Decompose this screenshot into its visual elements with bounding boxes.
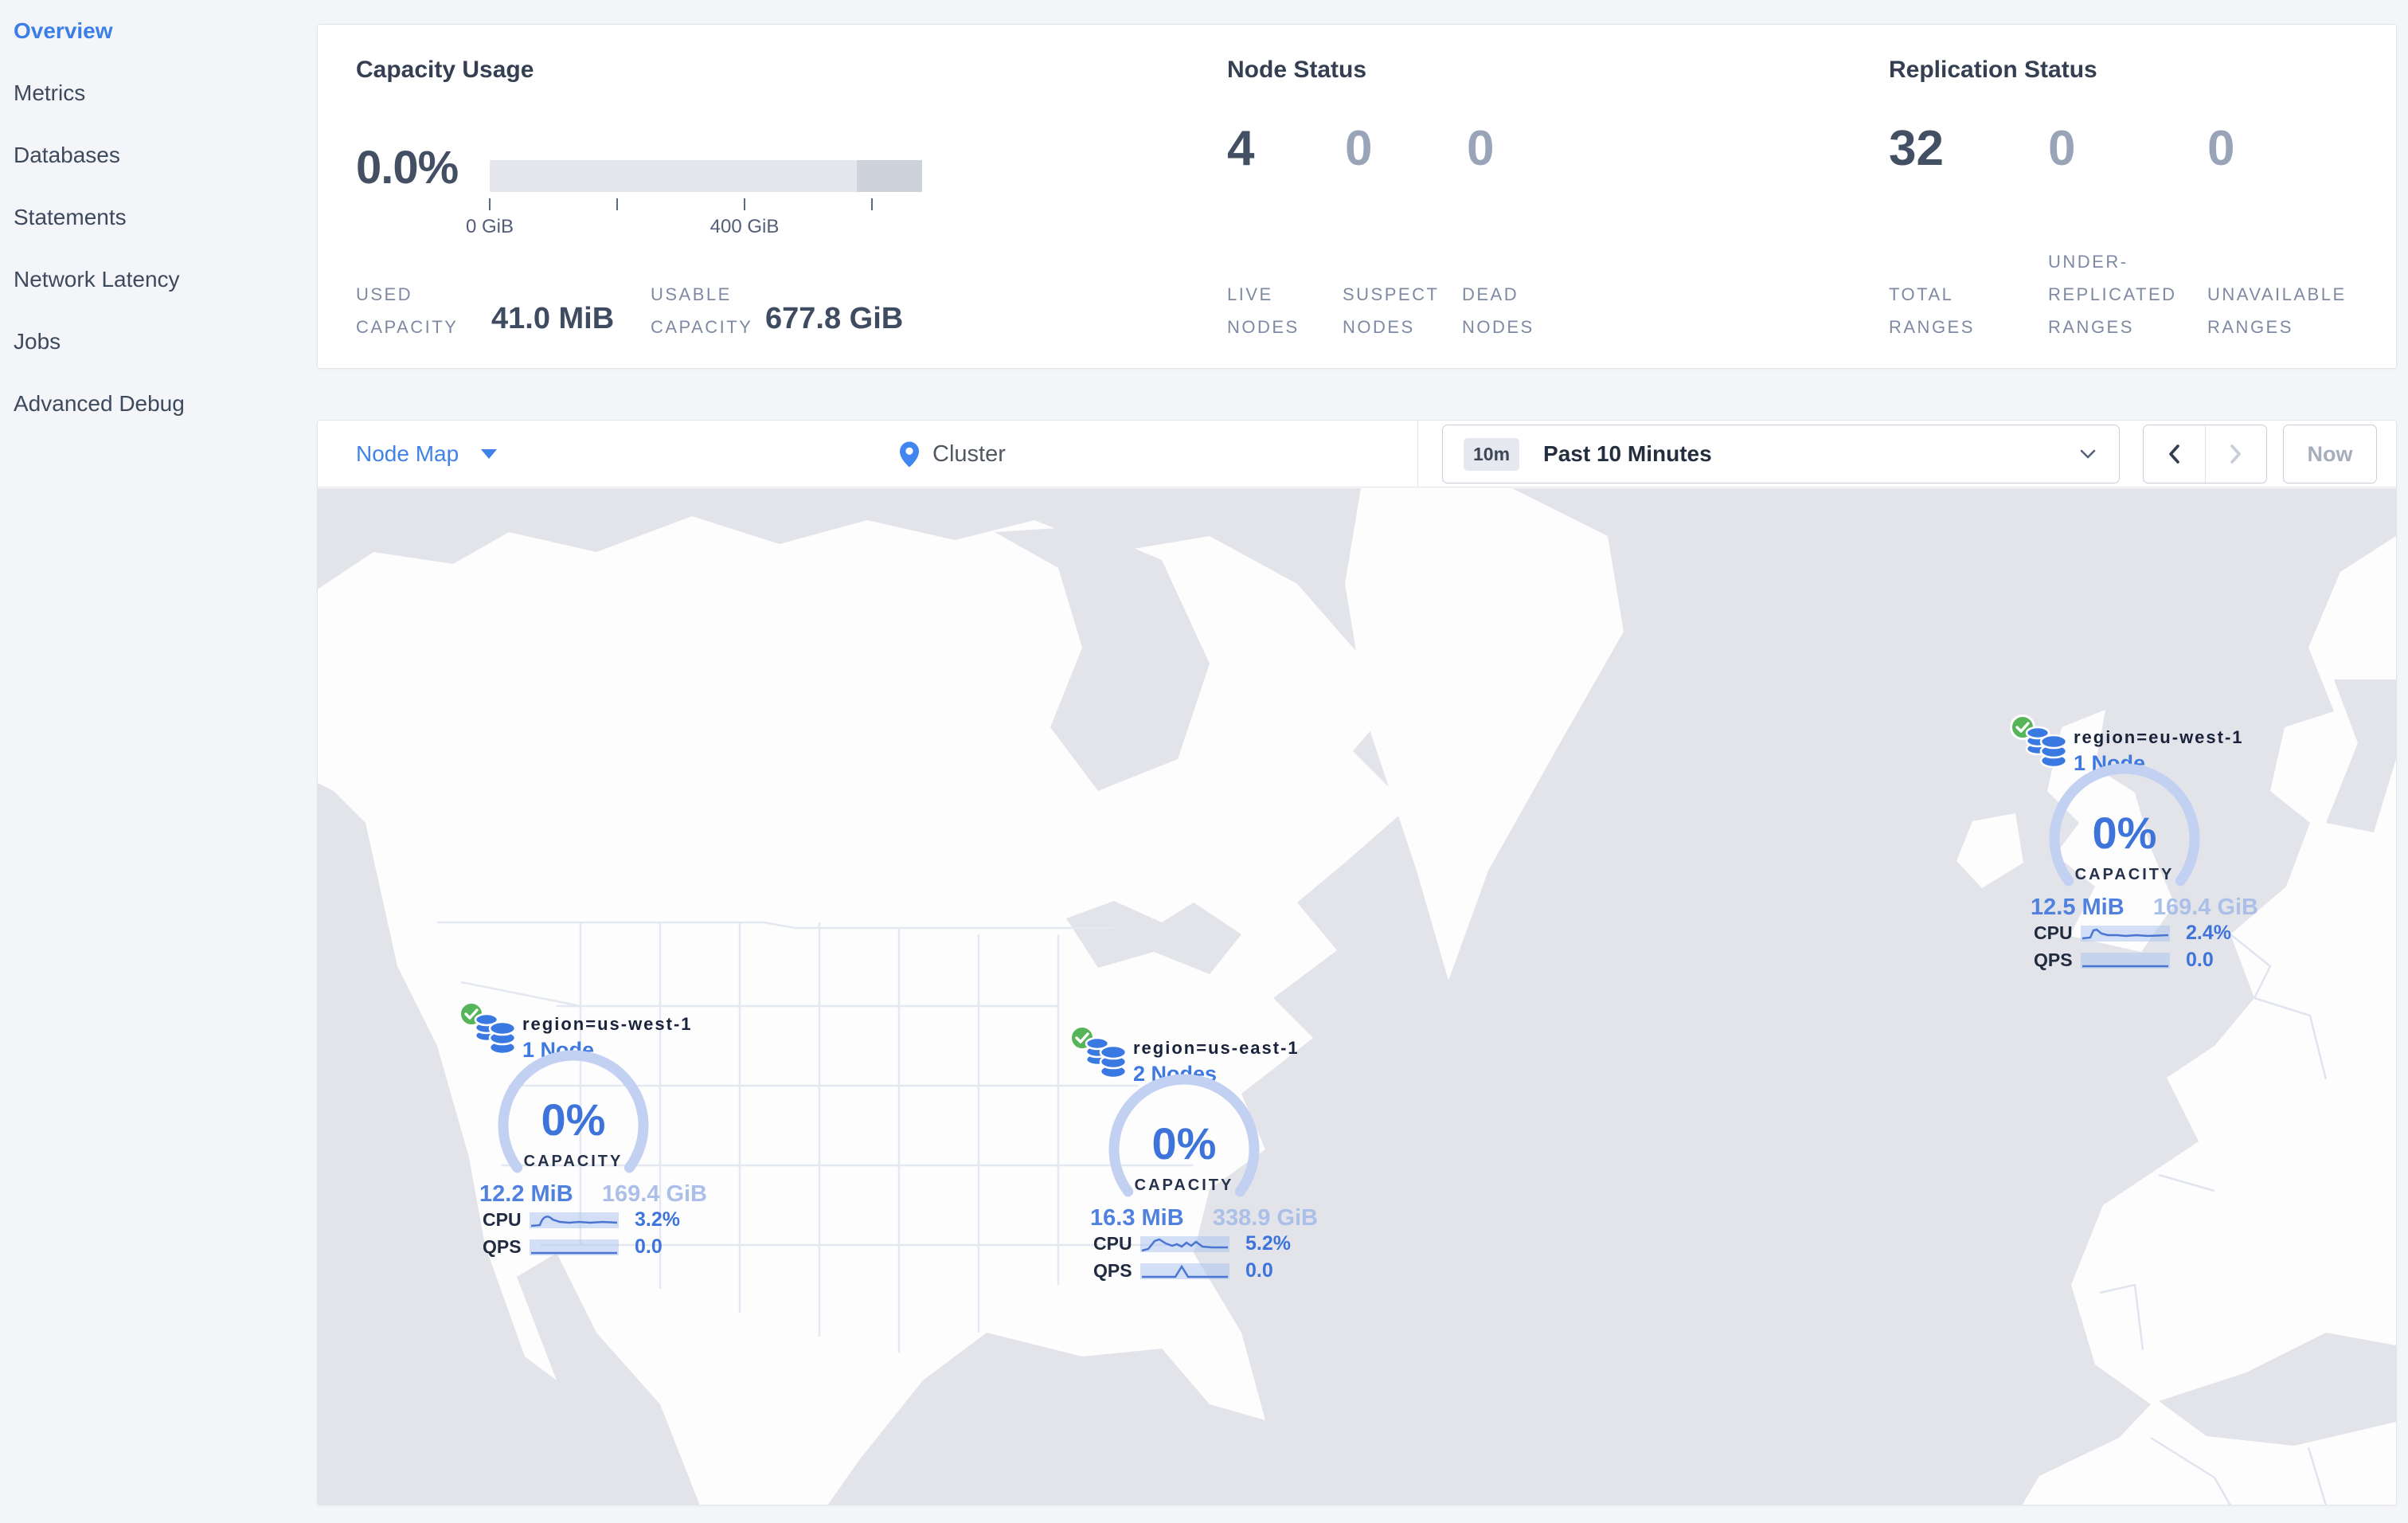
time-range-label: Past 10 Minutes <box>1543 441 1712 466</box>
sidebar-item-databases[interactable]: Databases <box>0 124 314 186</box>
total-ranges-count: 32 <box>1889 121 1944 176</box>
qps-sparkline <box>1140 1263 1229 1279</box>
time-back-button[interactable] <box>2144 425 2206 483</box>
under-replicated-count: 0 <box>2048 121 2076 176</box>
sidebar-item-overview[interactable]: Overview <box>0 0 314 62</box>
view-selector-dropdown[interactable]: Node Map <box>356 421 498 487</box>
gauge-capacity-label: CAPACITY <box>2074 866 2175 883</box>
time-forward-button[interactable] <box>2206 425 2267 483</box>
cpu-label: CPU <box>483 1209 522 1230</box>
map-pin-icon <box>900 441 919 467</box>
dead-nodes-count: 0 <box>1467 121 1495 176</box>
cpu-value: 3.2% <box>635 1208 680 1231</box>
node-status-title: Node Status <box>1227 57 1367 83</box>
capacity-bar-reserved-segment <box>857 160 922 192</box>
capacity-tick <box>744 198 745 210</box>
qps-value: 0.0 <box>2186 949 2214 971</box>
sidebar-item-jobs[interactable]: Jobs <box>0 311 314 373</box>
cpu-sparkline <box>530 1212 619 1228</box>
suspect-nodes-count: 0 <box>1345 121 1373 176</box>
capacity-usage-title: Capacity Usage <box>356 57 534 83</box>
unavailable-ranges-label: UNAVAILABLE RANGES <box>2207 284 2347 337</box>
cpu-sparkline <box>2081 925 2170 942</box>
node-map-card: Node Map Cluster 10m Past 10 Minutes Now… <box>317 420 2397 1505</box>
under-replicated-label: UNDER-REPLICATED RANGES <box>2048 252 2177 337</box>
unavailable-ranges-count: 0 <box>2207 121 2235 176</box>
capacity-tick-label-0: 0 GiB <box>465 216 514 237</box>
landmass-greenland <box>1345 488 1624 981</box>
live-nodes-label: LIVE NODES <box>1227 284 1300 337</box>
capacity-tick-label-400: 400 GiB <box>710 216 780 237</box>
suspect-nodes-label: SUSPECT NODES <box>1343 284 1440 337</box>
gauge-capacity-label: CAPACITY <box>523 1153 624 1170</box>
time-range-dropdown[interactable]: 10m Past 10 Minutes <box>1442 425 2120 484</box>
region-name[interactable]: region=eu-west-1 <box>2074 727 2244 748</box>
cpu-sparkline <box>1140 1235 1229 1252</box>
region-total-capacity: 169.4 GiB <box>2152 895 2258 920</box>
gauge-capacity-label: CAPACITY <box>1134 1177 1234 1194</box>
capacity-tick <box>489 198 491 210</box>
replication-status-title: Replication Status <box>1889 57 2097 83</box>
region-name[interactable]: region=us-east-1 <box>1133 1038 1300 1059</box>
capacity-tick <box>871 198 873 210</box>
region-total-capacity: 338.9 GiB <box>1212 1205 1318 1231</box>
chevron-down-icon <box>2080 449 2096 459</box>
sidebar-item-advanced-debug[interactable]: Advanced Debug <box>0 373 314 435</box>
caret-down-icon <box>481 449 498 459</box>
total-ranges-label: TOTAL RANGES <box>1889 284 1975 337</box>
cpu-value: 2.4% <box>2186 922 2231 944</box>
time-pager <box>2143 425 2267 484</box>
gauge-percent: 0% <box>541 1094 606 1145</box>
usable-capacity-label: USABLE CAPACITY <box>651 284 753 337</box>
gauge-percent: 0% <box>2092 808 2157 858</box>
view-selector-label: Node Map <box>356 441 459 466</box>
sidebar-item-statements[interactable]: Statements <box>0 186 314 249</box>
region-marker-us-west-1: region=us-west-1 1 Node 0% CAPACITY 12.2… <box>457 1000 720 1264</box>
usable-capacity-value: 677.8 GiB <box>765 302 904 335</box>
chevron-left-icon <box>2169 444 2180 464</box>
sidebar-item-metrics[interactable]: Metrics <box>0 62 314 124</box>
region-marker-eu-west-1: region=eu-west-1 1 Node 0% CAPACITY 12.5… <box>2008 713 2271 977</box>
world-map <box>318 488 2396 1505</box>
cluster-overview-page: Overview Metrics Databases Statements Ne… <box>0 0 2408 1523</box>
cluster-summary-card: Capacity Usage 0.0% 0 GiB 400 GiB USED C… <box>317 24 2397 369</box>
region-used-capacity: 12.2 MiB <box>479 1181 573 1207</box>
chevron-right-icon <box>2230 444 2241 464</box>
region-used-capacity: 16.3 MiB <box>1090 1205 1184 1231</box>
region-marker-us-east-1: region=us-east-1 2 Nodes 0% CAPACITY 16.… <box>1068 1024 1331 1288</box>
qps-value: 0.0 <box>1245 1259 1273 1282</box>
qps-label: QPS <box>1093 1260 1132 1281</box>
dead-nodes-label: DEAD NODES <box>1462 284 1534 337</box>
qps-label: QPS <box>483 1236 522 1257</box>
qps-label: QPS <box>2034 949 2073 970</box>
map-toolbar: Node Map Cluster 10m Past 10 Minutes Now <box>318 421 2396 487</box>
used-capacity-value: 41.0 MiB <box>491 302 615 335</box>
capacity-bar <box>490 160 922 192</box>
used-capacity-label: USED CAPACITY <box>356 284 459 337</box>
region-name[interactable]: region=us-west-1 <box>522 1014 693 1035</box>
region-used-capacity: 12.5 MiB <box>2031 895 2125 920</box>
live-nodes-count: 4 <box>1227 121 1255 176</box>
cpu-label: CPU <box>2034 922 2073 943</box>
sidebar: Overview Metrics Databases Statements Ne… <box>0 0 314 1523</box>
node-map: region=us-west-1 1 Node 0% CAPACITY 12.2… <box>318 488 2396 1505</box>
cpu-value: 5.2% <box>1245 1232 1291 1255</box>
now-button[interactable]: Now <box>2283 425 2377 484</box>
cpu-label: CPU <box>1093 1233 1132 1254</box>
qps-value: 0.0 <box>635 1235 663 1258</box>
capacity-tick <box>616 198 618 210</box>
sidebar-item-network-latency[interactable]: Network Latency <box>0 249 314 311</box>
breadcrumb-label: Cluster <box>932 440 1006 467</box>
toolbar-divider <box>1417 421 1418 487</box>
qps-sparkline <box>2081 952 2170 969</box>
region-total-capacity: 169.4 GiB <box>601 1181 707 1207</box>
capacity-percent: 0.0% <box>356 142 459 194</box>
gauge-percent: 0% <box>1151 1118 1217 1169</box>
qps-sparkline <box>530 1239 619 1255</box>
time-range-badge: 10m <box>1464 437 1520 471</box>
breadcrumb[interactable]: Cluster <box>899 421 1006 487</box>
